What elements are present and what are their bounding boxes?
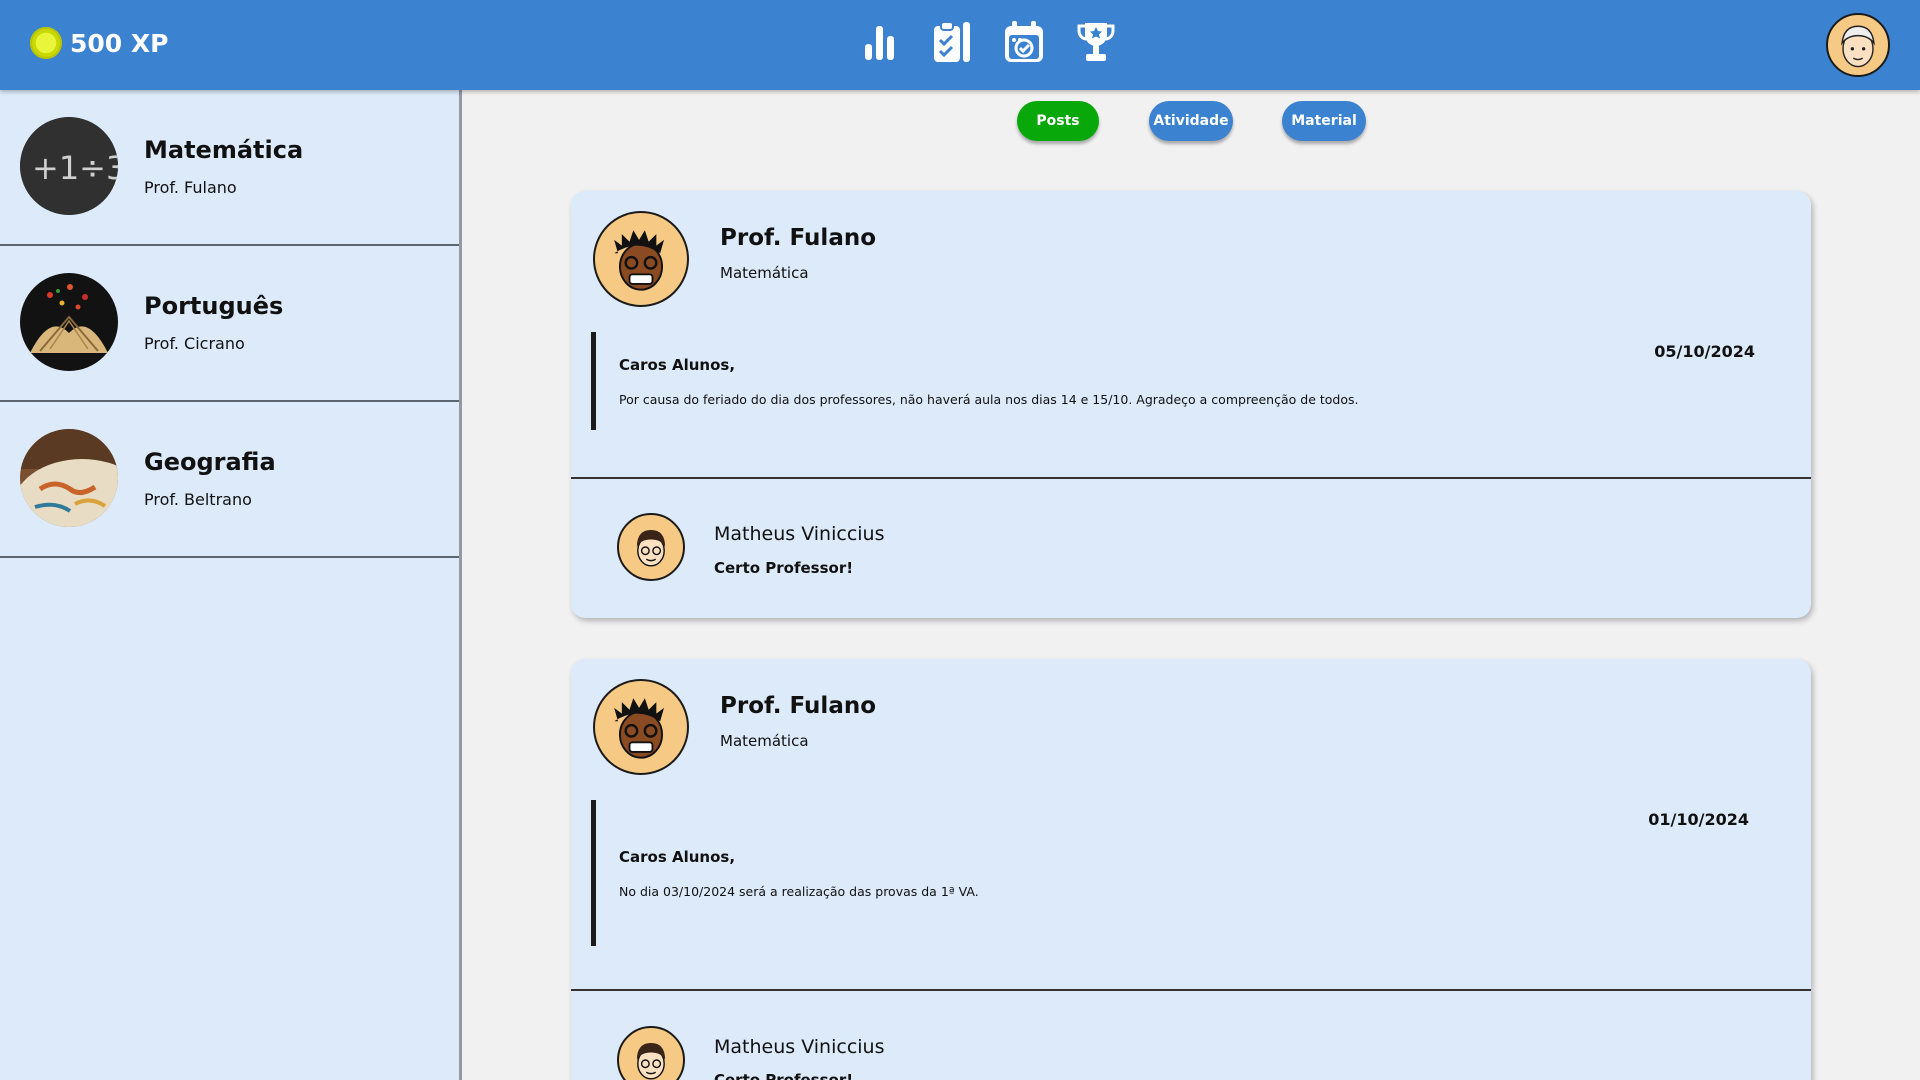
post-message: Caros Alunos, No dia 03/10/2024 será a r… [591,800,979,946]
course-professor: Prof. Fulano [144,178,237,197]
comment-text: Certo Professor! [714,559,854,577]
course-name: Matemática [144,136,304,164]
post-date: 05/10/2024 [1654,342,1755,361]
course-item-geografia[interactable]: Geografia Prof. Beltrano [0,402,459,558]
post-author: Prof. Fulano [720,225,877,251]
chalkboard-math-image: +1÷3 [20,117,118,215]
post-body: Por causa do feriado do dia dos professo… [619,392,1359,407]
post-divider [571,989,1811,991]
user-avatar[interactable] [1826,13,1890,77]
course-name: Português [144,292,284,320]
post-message: Caros Alunos, Por causa do feriado do di… [591,332,1358,430]
svg-text:+1÷3: +1÷3 [32,149,118,187]
post-greeting: Caros Alunos, [619,848,736,866]
course-item-matematica[interactable]: +1÷3 Matemática Prof. Fulano [0,90,459,246]
course-name: Geografia [144,448,276,476]
tab-posts[interactable]: Posts [1017,101,1099,141]
post-subject: Matemática [720,264,809,282]
post-card: Prof. Fulano Matemática Caros Alunos, Po… [571,191,1811,618]
student-avatar [617,513,685,581]
clipboard-check-icon[interactable] [932,20,972,64]
course-professor: Prof. Beltrano [144,490,252,509]
comment-text: Certo Professor! [714,1071,854,1080]
professor-avatar [593,211,689,307]
course-item-portugues[interactable]: Português Prof. Cicrano [0,246,459,402]
comment-author: Matheus Viniccius [714,523,885,545]
professor-avatar [593,679,689,775]
main-nav [860,20,1116,64]
post-greeting: Caros Alunos, [619,356,736,374]
top-bar: 500 XP [0,0,1920,90]
post-date: 01/10/2024 [1648,810,1749,829]
student-avatar [617,1026,685,1080]
post-author: Prof. Fulano [720,693,877,719]
course-professor: Prof. Cicrano [144,334,245,353]
tab-atividade[interactable]: Atividade [1149,101,1233,141]
bar-chart-icon[interactable] [860,20,900,64]
post-card: Prof. Fulano Matemática Caros Alunos, No… [571,659,1811,1080]
tab-material[interactable]: Material [1282,101,1366,141]
trophy-icon[interactable] [1076,20,1116,64]
post-divider [571,477,1811,479]
xp-coin-icon [30,27,62,59]
calendar-icon[interactable] [1004,20,1044,64]
open-book-image [20,273,118,371]
globe-image [20,429,118,527]
xp-indicator: 500 XP [30,27,169,59]
post-subject: Matemática [720,732,809,750]
post-body: No dia 03/10/2024 será a realização das … [619,884,979,899]
xp-label: 500 XP [70,28,169,58]
comment-author: Matheus Viniccius [714,1036,885,1058]
course-sidebar: +1÷3 Matemática Prof. Fulano Português P… [0,90,462,1080]
